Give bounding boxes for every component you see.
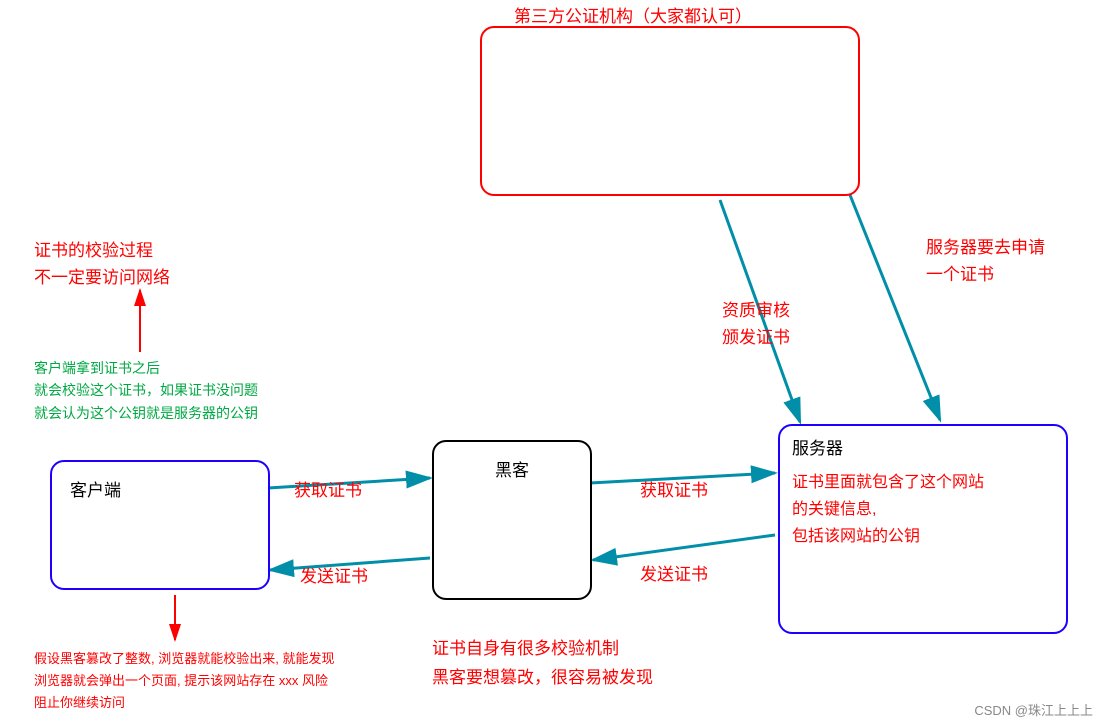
label-audit: 资质审核 颁发证书: [722, 297, 790, 351]
note-verify: 证书的校验过程 不一定要访问网络: [34, 237, 170, 291]
server-inner-line2: 的关键信息,: [792, 496, 1054, 523]
hacker-label: 黑客: [446, 456, 578, 481]
note-bottom-line2: 浏览器就会弹出一个页面, 提示该网站存在 xxx 风险: [34, 670, 334, 692]
box-hacker: 黑客: [432, 440, 592, 600]
label-send-cert-1: 发送证书: [300, 564, 368, 590]
client-label: 客户端: [70, 476, 256, 501]
note-client-green-line2: 就会校验这个证书，如果证书没问题: [34, 379, 258, 401]
server-inner-note: 证书里面就包含了这个网站 的关键信息, 包括该网站的公钥: [792, 469, 1054, 551]
server-label: 服务器: [792, 434, 1054, 459]
box-ca: [480, 26, 860, 196]
note-hacker-line1: 证书自身有很多校验机制: [432, 635, 653, 664]
label-apply-line1: 服务器要去申请: [926, 234, 1045, 261]
server-inner-line1: 证书里面就包含了这个网站: [792, 469, 1054, 496]
watermark: CSDN @珠江上上上: [974, 700, 1093, 719]
note-hacker: 证书自身有很多校验机制 黑客要想篡改，很容易被发现: [432, 635, 653, 693]
label-audit-line1: 资质审核: [722, 297, 790, 324]
label-get-cert-2: 获取证书: [640, 478, 708, 504]
note-bottom: 假设黑客篡改了整数, 浏览器就能校验出来, 就能发现 浏览器就会弹出一个页面, …: [34, 648, 334, 714]
label-apply-line2: 一个证书: [926, 261, 1045, 288]
note-verify-line2: 不一定要访问网络: [34, 264, 170, 291]
note-hacker-line2: 黑客要想篡改，很容易被发现: [432, 664, 653, 693]
label-send-cert-2: 发送证书: [640, 562, 708, 588]
note-bottom-line1: 假设黑客篡改了整数, 浏览器就能校验出来, 就能发现: [34, 648, 334, 670]
label-apply: 服务器要去申请 一个证书: [926, 234, 1045, 288]
note-client-green-line1: 客户端拿到证书之后: [34, 357, 258, 379]
note-bottom-line3: 阻止你继续访问: [34, 692, 334, 714]
note-client-green: 客户端拿到证书之后 就会校验这个证书，如果证书没问题 就会认为这个公钥就是服务器…: [34, 357, 258, 424]
box-client: 客户端: [50, 460, 270, 590]
label-get-cert-1: 获取证书: [294, 478, 362, 504]
box-server: 服务器 证书里面就包含了这个网站 的关键信息, 包括该网站的公钥: [778, 424, 1068, 634]
note-client-green-line3: 就会认为这个公钥就是服务器的公钥: [34, 402, 258, 424]
label-audit-line2: 颁发证书: [722, 324, 790, 351]
note-verify-line1: 证书的校验过程: [34, 237, 170, 264]
server-inner-line3: 包括该网站的公钥: [792, 523, 1054, 550]
